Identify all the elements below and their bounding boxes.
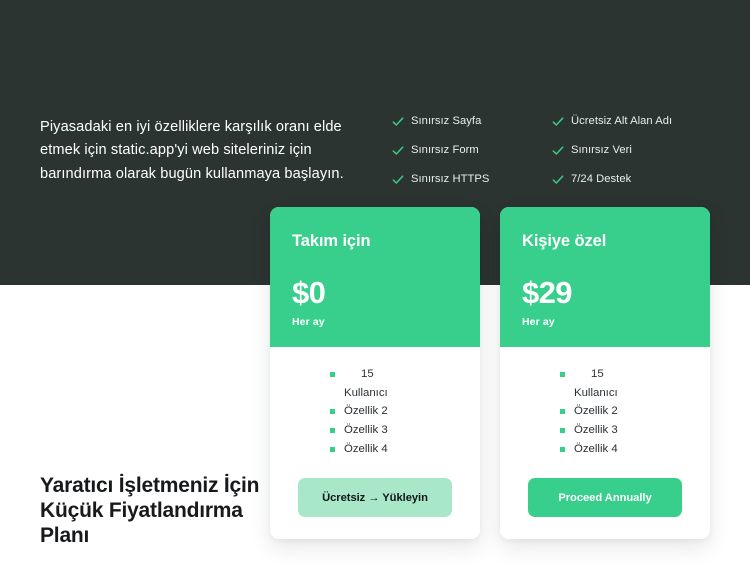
plan-feature-label: Özellik 2	[344, 405, 388, 418]
check-icon	[392, 144, 404, 156]
hero-feature-item: Sınırsız Form	[392, 139, 542, 160]
pricing-card-team: Takım için $0 Her ay 15 Kullanıcı Özelli…	[270, 207, 480, 540]
pricing-card-header: Takım için $0 Her ay	[270, 207, 480, 347]
plan-feature-label: Kullanıcı	[574, 386, 618, 399]
hero-feature-label: Sınırsız Veri	[571, 143, 632, 156]
check-icon	[392, 115, 404, 127]
check-icon	[552, 115, 564, 127]
check-icon	[392, 173, 404, 185]
plan-cta-button-team[interactable]: Ücretsiz → Yükleyin	[298, 478, 452, 518]
hero-feature-item: Sınırsız Veri	[552, 139, 722, 160]
pricing-card-body: 15 Kullanıcı Özellik 2 Özellik 3 Özellik…	[500, 347, 710, 539]
hero-feature-item: Ücretsiz Alt Alan Adı	[552, 110, 722, 131]
plan-feature-label: Özellik 3	[344, 424, 388, 437]
hero-feature-column-1: Sınırsız Sayfa Sınırsız Form Sınırsız HT…	[392, 110, 542, 197]
plan-feature-label: Özellik 4	[574, 443, 618, 456]
bullet-dot-icon	[330, 409, 335, 415]
list-item: Özellik 3	[560, 421, 688, 440]
hero-feature-label: Sınırsız Form	[411, 143, 479, 156]
plan-name: Kişiye özel	[522, 232, 607, 250]
list-item: Özellik 4	[330, 440, 458, 459]
bullet-dot-icon	[560, 409, 565, 415]
plan-price: $0	[292, 275, 326, 310]
hero-intro-paragraph: Piyasadaki en iyi özelliklere karşılık o…	[40, 118, 344, 182]
plan-price: $29	[522, 275, 573, 310]
plan-feature-label: Kullanıcı	[344, 386, 388, 399]
bullet-dot-icon	[560, 447, 565, 453]
check-icon	[552, 144, 564, 156]
plan-feature-label: 15	[361, 368, 374, 380]
pricing-card-personal: Kişiye özel $29 Her ay 15 Kullanıcı Özel…	[500, 207, 710, 540]
list-item: 15 Kullanıcı	[560, 365, 688, 402]
bullet-dot-icon	[330, 372, 335, 377]
pricing-card-header: Kişiye özel $29 Her ay	[500, 207, 710, 347]
bullet-dot-icon	[560, 428, 565, 434]
hero-feature-column-2: Ücretsiz Alt Alan Adı Sınırsız Veri 7/24…	[552, 110, 722, 197]
pricing-page: Piyasadaki en iyi özelliklere karşılık o…	[0, 0, 750, 587]
bullet-dot-icon	[330, 428, 335, 434]
bullet-dot-icon	[330, 447, 335, 453]
hero-feature-label: 7/24 Destek	[571, 172, 632, 185]
hero-feature-label: Sınırsız Sayfa	[411, 114, 482, 127]
list-item: Özellik 2	[330, 402, 458, 421]
list-item: Özellik 2	[560, 402, 688, 421]
plan-feature-list: 15 Kullanıcı Özellik 2 Özellik 3 Özellik…	[522, 365, 688, 459]
plan-feature-label: Özellik 4	[344, 443, 388, 456]
plan-name: Takım için	[292, 232, 371, 250]
plan-feature-label: 15	[591, 368, 604, 380]
plan-feature-label: Özellik 3	[574, 424, 618, 437]
hero-feature-label: Sınırsız HTTPS	[411, 172, 490, 185]
plan-period: Her ay	[292, 316, 325, 328]
bullet-dot-icon	[560, 372, 565, 377]
list-item: Özellik 4	[560, 440, 688, 459]
page-title: Yaratıcı İşletmeniz İçin Küçük Fiyatland…	[40, 474, 260, 548]
plan-feature-label: Özellik 2	[574, 405, 618, 418]
plan-feature-list: 15 Kullanıcı Özellik 2 Özellik 3 Özellik…	[292, 365, 458, 459]
check-icon	[552, 173, 564, 185]
hero-feature-label: Ücretsiz Alt Alan Adı	[571, 114, 673, 127]
pricing-card-body: 15 Kullanıcı Özellik 2 Özellik 3 Özellik…	[270, 347, 480, 539]
hero-feature-item: Sınırsız Sayfa	[392, 110, 542, 131]
hero-feature-item: 7/24 Destek	[552, 168, 722, 189]
plan-cta-button-personal[interactable]: Proceed Annually	[528, 478, 682, 518]
list-item: Özellik 3	[330, 421, 458, 440]
hero-feature-item: Sınırsız HTTPS	[392, 168, 542, 189]
list-item: 15 Kullanıcı	[330, 365, 458, 402]
plan-period: Her ay	[522, 316, 555, 328]
